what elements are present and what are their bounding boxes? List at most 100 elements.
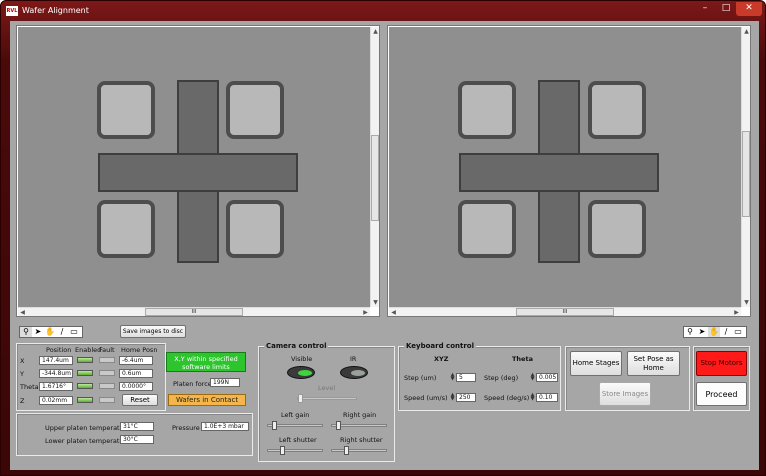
fault-indicator [99,383,115,389]
xyz-header: XYZ [434,355,449,363]
pointer-icon[interactable]: ➤ [32,327,44,337]
alignment-mark-square [97,81,155,139]
scroll-thumb[interactable]: III [145,308,243,316]
right-gain-label: Right gain [343,411,377,419]
ir-camera-toggle[interactable] [340,366,368,379]
left-gain-slider[interactable] [267,421,323,430]
scroll-left-icon[interactable]: ◀ [18,308,27,317]
scroll-thumb[interactable] [742,131,750,217]
fault-header: Fault [99,346,115,354]
line-tool-icon[interactable]: ∕ [56,327,68,337]
alignment-mark-square [226,200,284,258]
camera-control-title: Camera control [264,342,329,350]
pan-hand-icon[interactable]: ✋ [44,327,56,337]
pan-hand-icon[interactable]: ✋ [708,327,720,337]
alignment-mark-square [226,81,284,139]
cross-center [179,155,217,190]
client-area: ▲ ▼ ◀ III ▶ ▲ ▼ ◀ III ▶ ⚲ ➤ ✋ ∕ ▭ Save i… [10,21,759,470]
scroll-grip: III [191,309,197,315]
axis-label: Theta [20,383,39,391]
rectangle-tool-icon[interactable]: ▭ [68,327,80,337]
stage-status-panel: Position Enabled Fault Home Posn X 147.4… [16,343,166,411]
save-images-button[interactable]: Save images to disc [120,325,186,338]
actions-panel: Stop Motors Proceed [693,346,750,411]
scroll-right-icon[interactable]: ▶ [361,308,370,317]
theta-header: Theta [512,355,533,363]
left-camera-view[interactable]: ▲ ▼ ◀ III ▶ [16,25,380,317]
enabled-header: Enabled [75,346,102,354]
minimize-button[interactable]: – [694,2,716,16]
step-um-label: Step (um) [404,374,437,382]
level-slider[interactable] [297,394,357,403]
scroll-down-icon[interactable]: ▼ [371,298,380,307]
proceed-button[interactable]: Proceed [696,382,747,406]
platen-force-label: Platen force [173,380,212,388]
slider-knob[interactable] [272,421,277,430]
scroll-down-icon[interactable]: ▼ [742,298,751,307]
speed-um-spinner-icon[interactable]: ▲ ▼ [450,393,455,402]
maximize-button[interactable]: □ [716,2,736,16]
stop-motors-button[interactable]: Stop Motors [696,351,747,376]
step-deg-label: Step (deg) [484,374,519,382]
right-gain-slider[interactable] [331,421,387,430]
enabled-indicator [77,397,93,403]
close-button[interactable]: ✕ [736,2,762,16]
alignment-mark-square [458,81,516,139]
wafers-contact-indicator: Wafers in Contact [168,394,246,406]
speed-um-input[interactable]: 250 [456,393,476,402]
keyboard-control-title: Keyboard control [404,342,477,350]
speed-deg-spinner-icon[interactable]: ▲ ▼ [530,393,535,402]
scroll-up-icon[interactable]: ▲ [742,27,751,36]
slider-knob[interactable] [298,394,303,403]
right-shutter-slider[interactable] [331,446,387,455]
speed-deg-input[interactable]: 0.10 [536,393,558,402]
scroll-grip: III [562,309,568,315]
scroll-thumb[interactable] [371,135,379,221]
right-vertical-scrollbar[interactable]: ▲ ▼ [741,27,750,307]
step-um-input[interactable]: 5 [456,373,476,382]
left-horizontal-scrollbar[interactable]: ◀ III ▶ [18,307,370,316]
enabled-indicator [77,383,93,389]
scroll-thumb[interactable]: III [516,308,614,316]
left-vertical-scrollbar[interactable]: ▲ ▼ [370,27,379,307]
pointer-icon[interactable]: ➤ [696,327,708,337]
home-controls-panel: Home Stages Set Pose as Home Store Image… [565,346,690,411]
rectangle-tool-icon[interactable]: ▭ [732,327,744,337]
visible-camera-toggle[interactable] [287,366,315,379]
alignment-mark-square [97,200,155,258]
slider-knob[interactable] [336,421,341,430]
z-position-value: 0.02mm [39,396,73,405]
enabled-indicator [77,370,93,376]
left-view-toolbar: ⚲ ➤ ✋ ∕ ▭ [19,326,83,338]
step-deg-spinner-icon[interactable]: ▲ ▼ [530,373,535,382]
reset-button[interactable]: Reset [122,394,158,406]
main-window: RVL Wafer Alignment – □ ✕ ▲ ▼ ◀ III ▶ ▲ … [0,0,766,476]
zoom-icon[interactable]: ⚲ [20,327,32,337]
app-logo: RVL [6,6,18,16]
enabled-indicator [77,357,93,363]
slider-knob[interactable] [280,446,285,455]
store-images-button[interactable]: Store Images [599,382,651,406]
y-home-value: 0.6um [119,369,153,378]
lower-platen-temp-label: Lower platen temperature [45,437,131,445]
step-deg-input[interactable]: 0.005 [536,373,558,382]
home-stages-button[interactable]: Home Stages [570,351,622,376]
visible-label: Visible [291,355,313,363]
left-shutter-slider[interactable] [267,446,323,455]
cross-center [540,155,578,190]
scroll-right-icon[interactable]: ▶ [732,308,741,317]
right-camera-view[interactable]: ▲ ▼ ◀ III ▶ [387,25,751,317]
temperature-panel: Upper platen temperature 31°C Lower plat… [16,413,253,456]
platen-force-value: 199N [210,378,240,387]
line-tool-icon[interactable]: ∕ [720,327,732,337]
set-pose-home-button[interactable]: Set Pose as Home [627,351,680,376]
lower-platen-temp-value: 30°C [120,435,154,444]
slider-knob[interactable] [344,446,349,455]
right-horizontal-scrollbar[interactable]: ◀ III ▶ [389,307,741,316]
title-bar: RVL Wafer Alignment – □ ✕ [1,1,765,21]
step-um-spinner-icon[interactable]: ▲ ▼ [450,373,455,382]
upper-platen-temp-label: Upper platen temperature [45,424,131,432]
scroll-up-icon[interactable]: ▲ [371,27,380,36]
zoom-icon[interactable]: ⚲ [684,327,696,337]
scroll-left-icon[interactable]: ◀ [389,308,398,317]
